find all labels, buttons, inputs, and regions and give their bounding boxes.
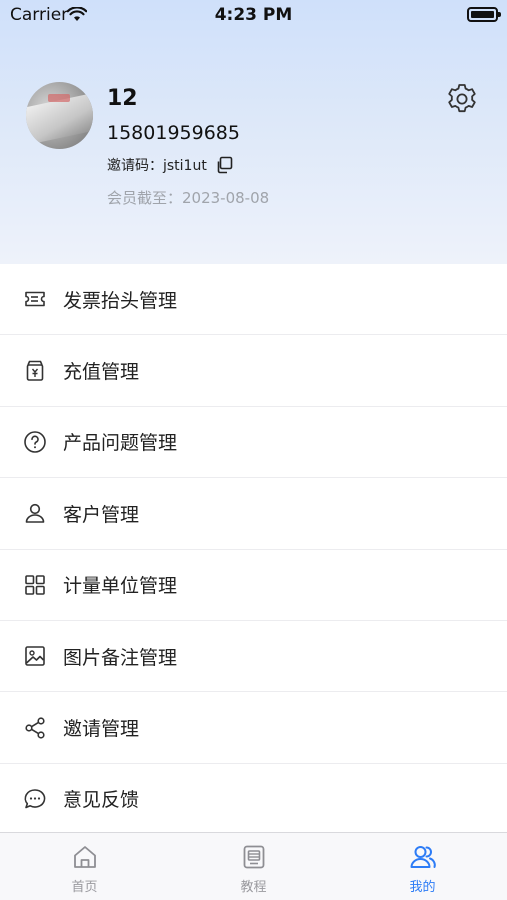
tab-home[interactable]: 首页 bbox=[0, 833, 169, 900]
clock: 4:23 PM bbox=[214, 5, 293, 25]
user-phone: 15801959685 bbox=[107, 122, 240, 144]
tab-label: 我的 bbox=[409, 880, 436, 895]
menu-item-label: 充值管理 bbox=[63, 361, 140, 384]
profile-icon bbox=[410, 846, 436, 868]
invoice-icon bbox=[25, 291, 45, 307]
tab-tutorial[interactable]: 教程 bbox=[169, 833, 338, 900]
chat-icon bbox=[24, 789, 46, 809]
menu-item-label: 图片备注管理 bbox=[63, 646, 178, 669]
menu-item-customers[interactable]: 客户管理 bbox=[0, 478, 507, 550]
membership-expiry: 会员截至：2023-08-08 bbox=[107, 189, 270, 207]
menu-item-product-issues[interactable]: 产品问题管理 bbox=[0, 406, 507, 479]
menu-item-label: 产品问题管理 bbox=[63, 432, 178, 455]
image-icon bbox=[25, 646, 45, 666]
menu-item-image-notes[interactable]: 图片备注管理 bbox=[0, 620, 507, 693]
tab-label: 首页 bbox=[71, 880, 98, 895]
share-icon bbox=[25, 716, 45, 739]
profile-screen: Carrier 4:23 PM 12 15801959685 邀请码：jsti1… bbox=[0, 0, 507, 900]
question-icon bbox=[24, 431, 46, 453]
gear-icon[interactable] bbox=[445, 82, 479, 116]
grid-icon bbox=[25, 574, 45, 595]
settings-menu: 发票抬头管理 充值管理 产品问题管理 客户管理 计量单位管理 图片备注管理 邀请… bbox=[0, 264, 507, 836]
recharge-icon bbox=[26, 360, 44, 381]
tab-bar: 首页 教程 我的 bbox=[0, 832, 507, 900]
copy-icon[interactable] bbox=[215, 156, 233, 174]
menu-item-label: 客户管理 bbox=[63, 503, 140, 526]
menu-item-recharge[interactable]: 充值管理 bbox=[0, 335, 507, 407]
invite-code-row: 邀请码：jsti1ut bbox=[107, 155, 233, 175]
menu-item-feedback[interactable]: 意见反馈 bbox=[0, 763, 507, 836]
menu-item-label: 意见反馈 bbox=[63, 789, 140, 812]
user-icon bbox=[25, 504, 45, 524]
battery-icon bbox=[467, 7, 501, 22]
menu-item-label: 邀请管理 bbox=[63, 718, 140, 741]
menu-item-invoice-header[interactable]: 发票抬头管理 bbox=[0, 264, 507, 336]
avatar[interactable] bbox=[26, 82, 93, 149]
menu-item-units[interactable]: 计量单位管理 bbox=[0, 549, 507, 621]
menu-item-invitations[interactable]: 邀请管理 bbox=[0, 692, 507, 764]
user-name: 12 bbox=[107, 86, 138, 111]
profile-header: Carrier 4:23 PM 12 15801959685 邀请码：jsti1… bbox=[0, 0, 507, 264]
menu-item-label: 发票抬头管理 bbox=[63, 289, 178, 312]
invite-code: 邀请码：jsti1ut bbox=[107, 158, 207, 174]
tab-label: 教程 bbox=[240, 880, 267, 895]
tutorial-icon bbox=[243, 845, 264, 869]
tab-mine[interactable]: 我的 bbox=[338, 833, 507, 900]
menu-item-label: 计量单位管理 bbox=[63, 575, 178, 598]
status-bar: Carrier 4:23 PM bbox=[0, 0, 507, 30]
home-icon bbox=[73, 846, 96, 868]
